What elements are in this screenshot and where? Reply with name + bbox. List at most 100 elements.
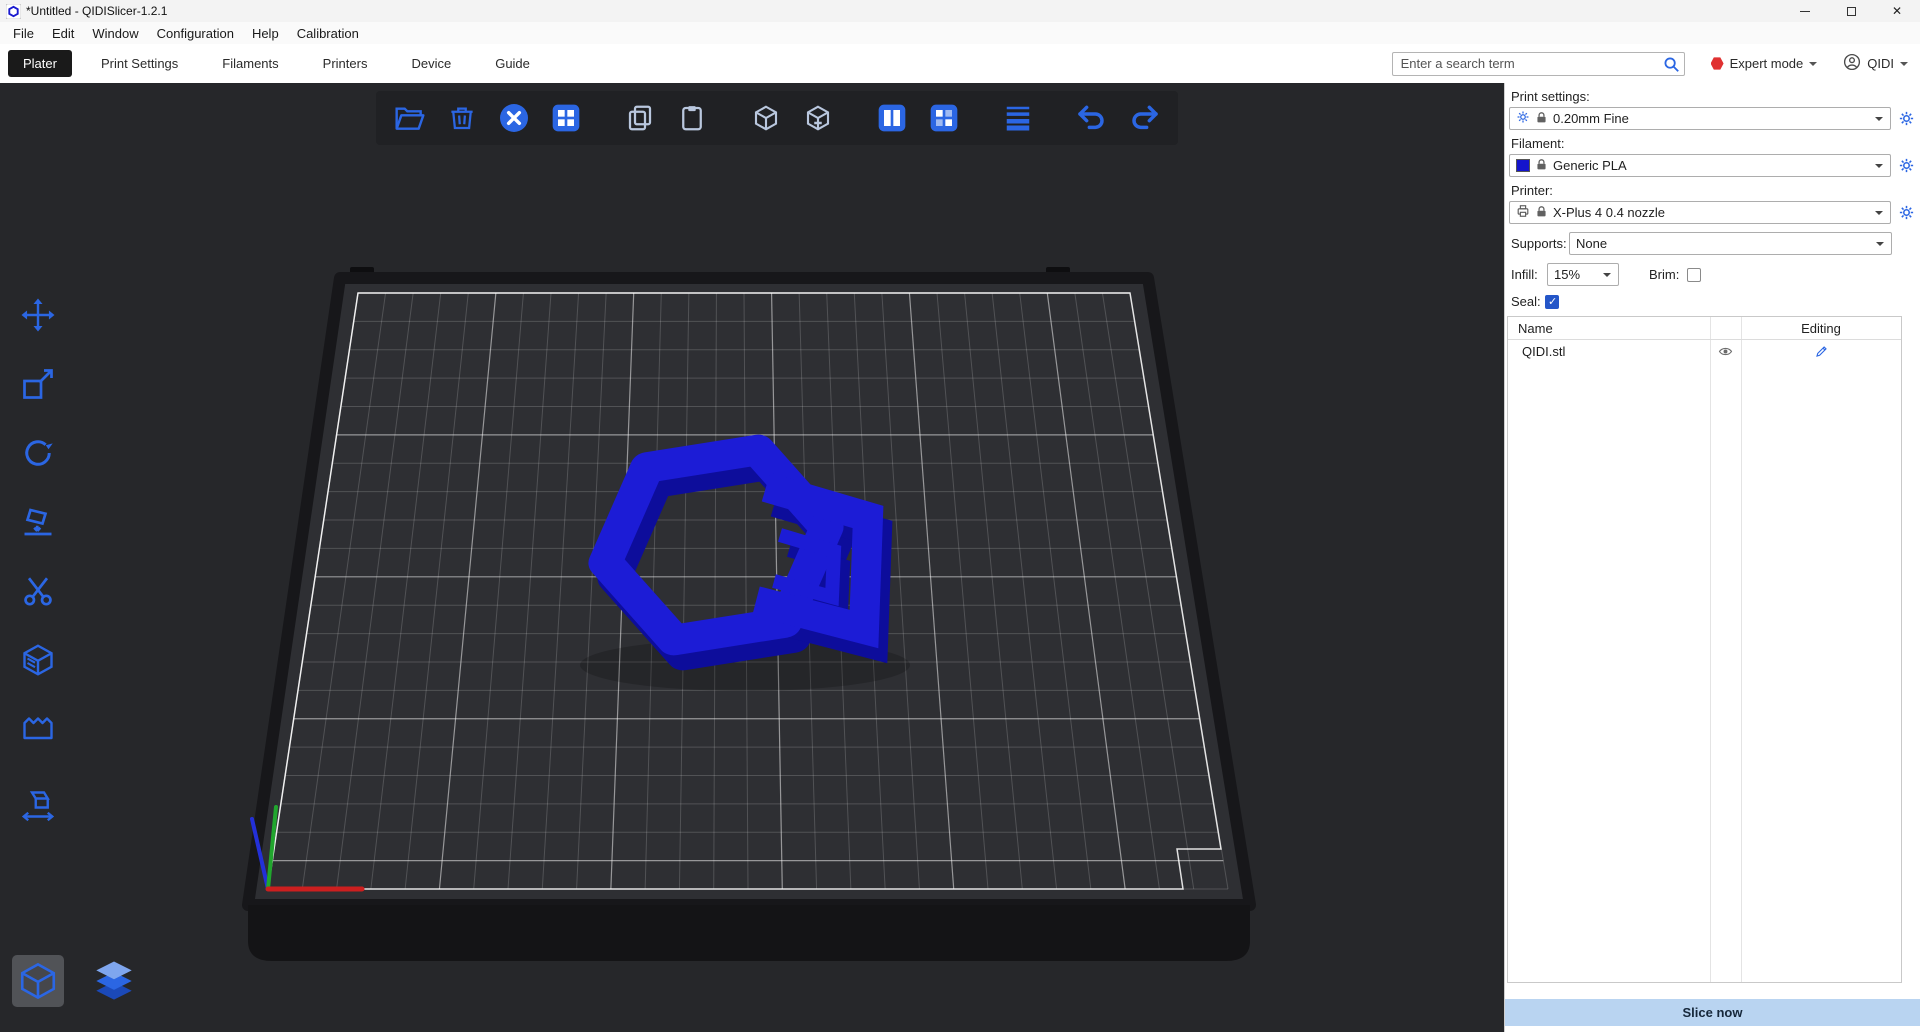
move-tool-button[interactable] xyxy=(16,295,60,335)
column-editing: Editing xyxy=(1741,321,1901,336)
settings-sidebar: Print settings: 0.20mm Fine Filament: Ge… xyxy=(1504,83,1920,1032)
paste-button[interactable] xyxy=(672,98,712,138)
gear-icon xyxy=(1516,110,1530,127)
tabbar: Plater Print Settings Filaments Printers… xyxy=(0,44,1920,83)
column-name: Name xyxy=(1508,321,1710,336)
menu-edit[interactable]: Edit xyxy=(43,26,83,41)
editor-view-button[interactable] xyxy=(12,955,64,1007)
minimize-icon xyxy=(1800,11,1810,12)
tab-plater[interactable]: Plater xyxy=(8,50,72,77)
maximize-button[interactable] xyxy=(1828,0,1874,22)
tab-device[interactable]: Device xyxy=(396,50,466,77)
expert-mode-icon xyxy=(1711,57,1724,70)
search-icon[interactable] xyxy=(1662,55,1680,73)
add-instance-button[interactable] xyxy=(746,98,786,138)
slice-now-button[interactable]: Slice now xyxy=(1505,999,1920,1026)
rotate-tool-button[interactable] xyxy=(16,433,60,473)
undo-button[interactable] xyxy=(1072,98,1112,138)
mode-label: Expert mode xyxy=(1730,56,1804,71)
fuzzy-skin-tool-button[interactable] xyxy=(16,709,60,749)
search-input[interactable] xyxy=(1392,52,1685,76)
variable-layer-height-button[interactable] xyxy=(998,98,1038,138)
split-to-parts-button[interactable] xyxy=(924,98,964,138)
place-on-face-tool-button[interactable] xyxy=(16,502,60,542)
lock-icon xyxy=(1535,205,1548,221)
account-label: QIDI xyxy=(1867,56,1894,71)
view-toggles xyxy=(12,955,140,1007)
filament-gear-button[interactable] xyxy=(1898,157,1915,174)
split-to-objects-button[interactable] xyxy=(872,98,912,138)
close-icon: ✕ xyxy=(1892,4,1902,18)
menu-help[interactable]: Help xyxy=(243,26,288,41)
menu-configuration[interactable]: Configuration xyxy=(148,26,243,41)
redo-button[interactable] xyxy=(1124,98,1164,138)
object-list-header: Name Editing xyxy=(1508,317,1901,340)
seal-label: Seal: xyxy=(1511,294,1545,309)
print-settings-label: Print settings: xyxy=(1511,89,1920,104)
eye-icon xyxy=(1718,344,1733,359)
infill-label: Infill: xyxy=(1511,267,1547,282)
editing-button[interactable] xyxy=(1741,344,1901,359)
filament-color-swatch xyxy=(1516,159,1530,172)
cube-icon xyxy=(17,960,59,1002)
printer-value: X-Plus 4 0.4 nozzle xyxy=(1553,205,1665,220)
menu-calibration[interactable]: Calibration xyxy=(288,26,368,41)
left-toolbar xyxy=(16,295,60,826)
printer-gear-button[interactable] xyxy=(1898,204,1915,221)
printer-label: Printer: xyxy=(1511,183,1920,198)
maximize-icon xyxy=(1847,7,1856,16)
app-icon xyxy=(6,4,21,19)
filament-combo[interactable]: Generic PLA xyxy=(1509,154,1891,177)
scale-tool-button[interactable] xyxy=(16,364,60,404)
print-settings-value: 0.20mm Fine xyxy=(1553,111,1629,126)
close-button[interactable]: ✕ xyxy=(1874,0,1920,22)
seal-checkbox[interactable] xyxy=(1545,295,1559,309)
chevron-down-icon xyxy=(1809,62,1817,70)
account-menu[interactable]: QIDI xyxy=(1843,53,1908,74)
supports-combo[interactable]: None xyxy=(1569,232,1892,255)
search-box xyxy=(1392,52,1685,76)
visibility-toggle[interactable] xyxy=(1710,344,1741,359)
remove-instance-button[interactable] xyxy=(798,98,838,138)
build-plate[interactable] xyxy=(248,278,1250,905)
open-file-button[interactable] xyxy=(390,98,430,138)
cut-tool-button[interactable] xyxy=(16,571,60,611)
print-settings-combo[interactable]: 0.20mm Fine xyxy=(1509,107,1891,130)
tab-print-settings[interactable]: Print Settings xyxy=(86,50,193,77)
mode-selector[interactable]: Expert mode xyxy=(1711,56,1818,71)
lock-icon xyxy=(1535,111,1548,127)
lock-icon xyxy=(1535,158,1548,174)
titlebar: *Untitled - QIDISlicer-1.2.1 ✕ xyxy=(0,0,1920,22)
account-icon xyxy=(1843,53,1861,74)
delete-all-button[interactable] xyxy=(494,98,534,138)
printer-combo[interactable]: X-Plus 4 0.4 nozzle xyxy=(1509,201,1891,224)
menu-window[interactable]: Window xyxy=(83,26,147,41)
print-settings-gear-button[interactable] xyxy=(1898,110,1915,127)
object-name: QIDI.stl xyxy=(1508,344,1710,359)
chevron-down-icon xyxy=(1900,62,1908,70)
editing-icon xyxy=(1814,344,1829,359)
object-list-row[interactable]: QIDI.stl xyxy=(1508,340,1901,362)
filament-label: Filament: xyxy=(1511,136,1920,151)
top-toolbar xyxy=(376,91,1178,145)
brim-checkbox[interactable] xyxy=(1687,268,1701,282)
menubar: File Edit Window Configuration Help Cali… xyxy=(0,22,1920,44)
tab-printers[interactable]: Printers xyxy=(308,50,383,77)
mirror-tool-button[interactable] xyxy=(16,786,60,826)
menu-file[interactable]: File xyxy=(4,26,43,41)
minimize-button[interactable] xyxy=(1782,0,1828,22)
infill-combo[interactable]: 15% xyxy=(1547,263,1619,286)
layers-icon xyxy=(92,958,136,1004)
infill-value: 15% xyxy=(1554,267,1580,282)
copy-button[interactable] xyxy=(620,98,660,138)
brim-label: Brim: xyxy=(1649,267,1679,282)
tab-guide[interactable]: Guide xyxy=(480,50,545,77)
paint-supports-tool-button[interactable] xyxy=(16,640,60,680)
printer-icon xyxy=(1516,204,1530,221)
viewport-3d[interactable] xyxy=(0,83,1504,1032)
preview-view-button[interactable] xyxy=(88,955,140,1007)
arrange-button[interactable] xyxy=(546,98,586,138)
filament-value: Generic PLA xyxy=(1553,158,1627,173)
tab-filaments[interactable]: Filaments xyxy=(207,50,293,77)
delete-button[interactable] xyxy=(442,98,482,138)
